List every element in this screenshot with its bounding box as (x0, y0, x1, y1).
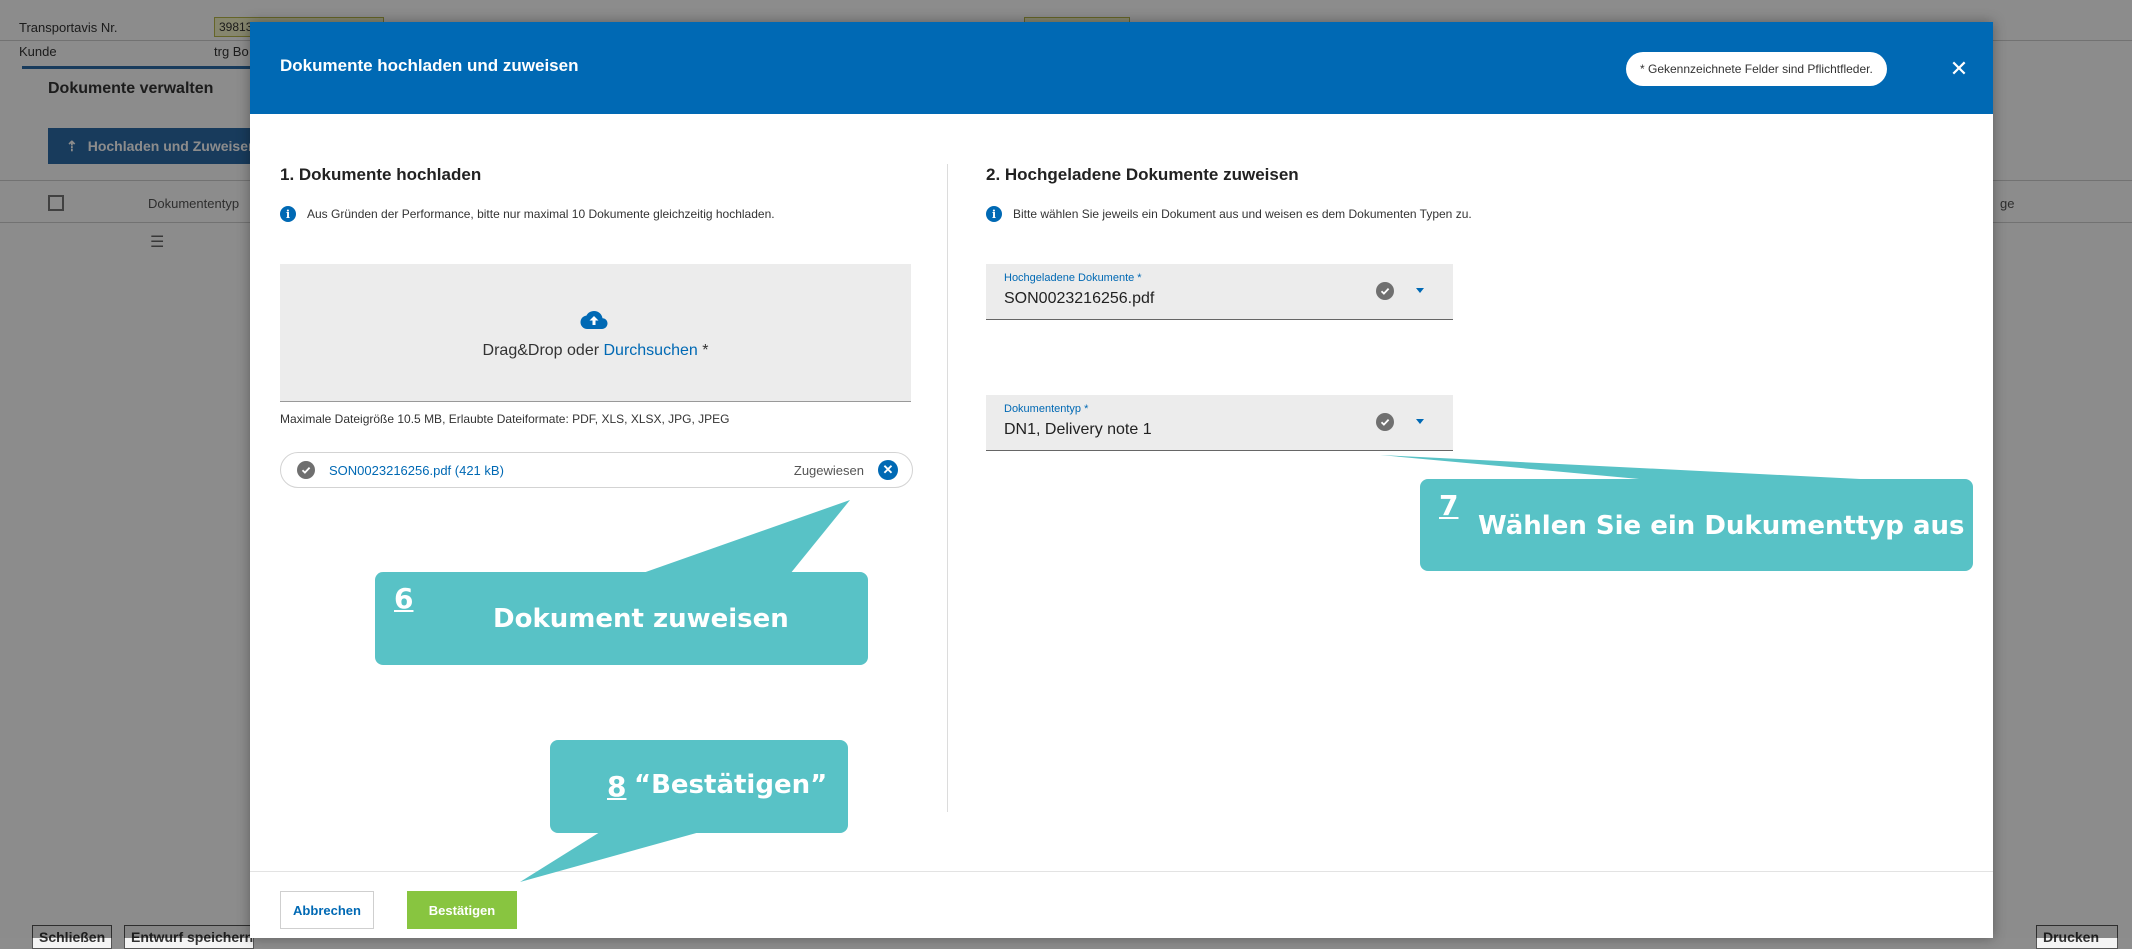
browse-link[interactable]: Durchsuchen (604, 342, 698, 359)
close-icon[interactable]: ✕ (1942, 52, 1976, 86)
chevron-down-icon[interactable] (1416, 419, 1424, 424)
uploaded-documents-value: SON0023216256.pdf (1004, 290, 1155, 307)
check-circle-icon (297, 461, 315, 479)
chevron-down-icon[interactable] (1416, 288, 1424, 293)
dialog-header: Dokumente hochladen und zuweisen * Geken… (250, 22, 1993, 114)
check-circle-icon (1376, 413, 1394, 431)
footer-divider (250, 871, 1993, 872)
file-dropzone[interactable]: Drag&Drop oder Durchsuchen * (280, 264, 911, 402)
check-circle-icon (1376, 282, 1394, 300)
callout-6-text: Dokument zuweisen (493, 604, 789, 634)
section-divider (947, 164, 948, 812)
assign-section-title: 2. Hochgeladene Dokumente zuweisen (986, 165, 1299, 184)
callout-step-7: 7 Wählen Sie ein Dukumenttyp aus (1420, 479, 1973, 571)
callout-step-6: 6 Dokument zuweisen (375, 572, 868, 665)
callout-8-text: “Bestätigen” (634, 770, 828, 800)
dropzone-label: Drag&Drop oder (482, 342, 604, 359)
upload-info: i Aus Gründen der Performance, bitte nur… (280, 206, 775, 222)
callout-7-number: 7 (1439, 489, 1459, 522)
uploaded-file-chip: SON0023216256.pdf (421 kB) Zugewiesen ✕ (280, 452, 913, 488)
cloud-upload-icon (580, 311, 608, 329)
remove-file-icon[interactable]: ✕ (878, 460, 898, 480)
assign-info: i Bitte wählen Sie jeweils ein Dokument … (986, 206, 1472, 222)
required-fields-note: * Gekennzeichnete Felder sind Pflichtfle… (1626, 52, 1887, 86)
dropzone-required: * (697, 342, 709, 359)
upload-section-title: 1. Dokumente hochladen (280, 165, 482, 184)
file-size-hint: Maximale Dateigröße 10.5 MB, Erlaubte Da… (280, 412, 730, 426)
assign-info-text: Bitte wählen Sie jeweils ein Dokument au… (1013, 207, 1472, 221)
document-type-value: DN1, Delivery note 1 (1004, 421, 1152, 438)
upload-info-text: Aus Gründen der Performance, bitte nur m… (307, 207, 775, 221)
document-type-label: Dokumententyp * (1004, 403, 1089, 415)
callout-7-text: Wählen Sie ein Dukumenttyp aus (1478, 511, 1965, 541)
document-type-select[interactable]: Dokumententyp * DN1, Delivery note 1 (986, 395, 1453, 451)
info-icon: i (280, 206, 296, 222)
callout-6-number: 6 (394, 582, 414, 615)
cancel-button[interactable]: Abbrechen (280, 891, 374, 929)
callout-8-number: 8 (607, 770, 627, 803)
uploaded-file-name[interactable]: SON0023216256.pdf (421 kB) (329, 463, 504, 478)
dropzone-text: Drag&Drop oder Durchsuchen * (280, 342, 911, 360)
callout-step-8: 8 “Bestätigen” (550, 740, 848, 833)
confirm-button[interactable]: Bestätigen (407, 891, 517, 929)
file-status-assigned: Zugewiesen (793, 462, 864, 478)
dialog-title: Dokumente hochladen und zuweisen (280, 56, 579, 75)
uploaded-documents-label: Hochgeladene Dokumente * (1004, 272, 1142, 284)
info-icon: i (986, 206, 1002, 222)
uploaded-documents-select[interactable]: Hochgeladene Dokumente * SON0023216256.p… (986, 264, 1453, 320)
